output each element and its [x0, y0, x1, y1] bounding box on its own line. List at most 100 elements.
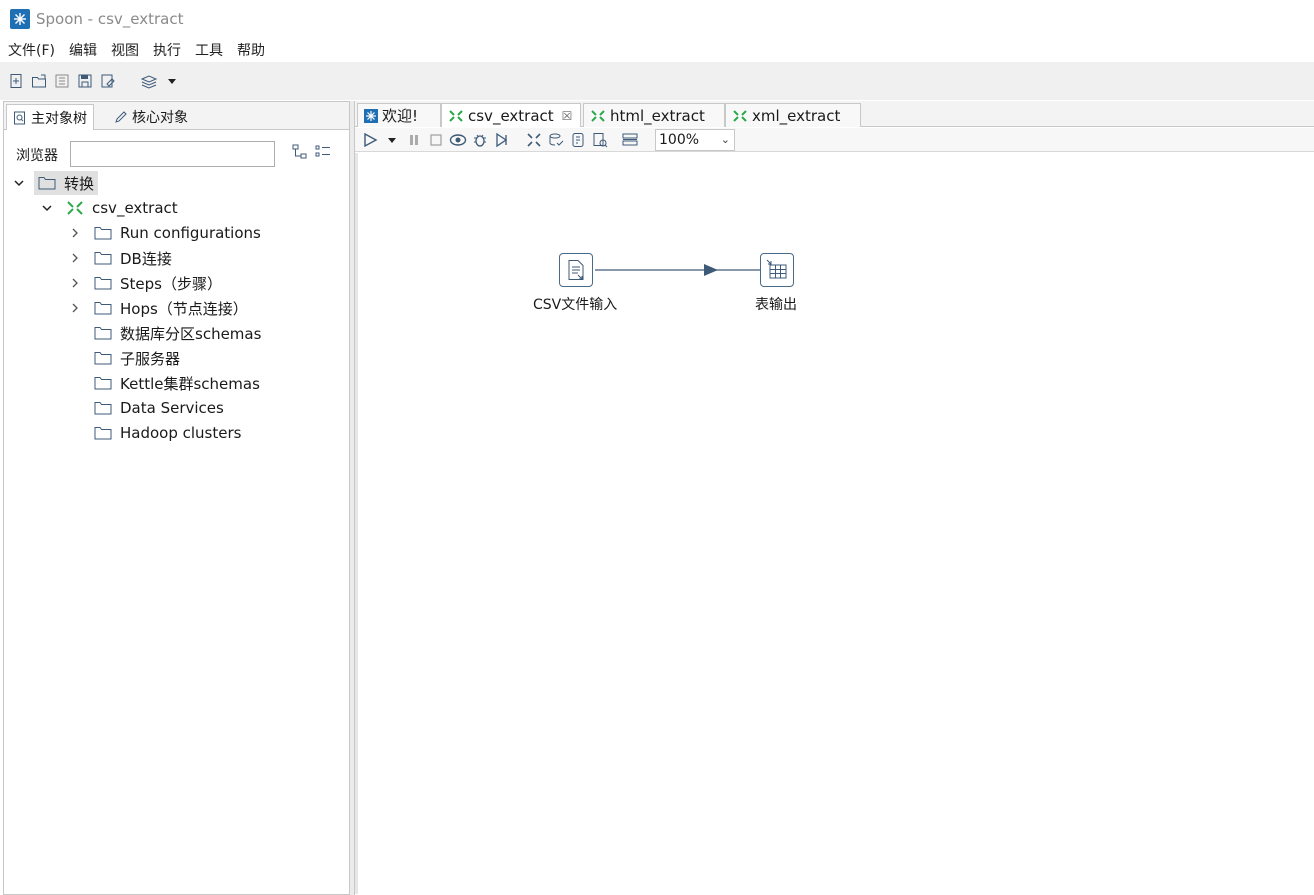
preview-eye-icon[interactable]	[447, 129, 469, 151]
impact-analysis-icon[interactable]	[545, 129, 567, 151]
save-icon[interactable]	[74, 70, 96, 92]
window-title: Spoon - csv_extract	[36, 10, 184, 28]
table-output-icon	[766, 259, 787, 279]
left-panel: 主对象树 核心对象 浏览器 转换 csv_extract Run configu…	[3, 101, 350, 895]
folder-icon	[94, 277, 112, 290]
folder-icon	[94, 252, 112, 265]
chevron-right-icon[interactable]	[68, 271, 82, 295]
tree-item-db-connections[interactable]: DB连接	[68, 246, 172, 270]
transform-icon	[733, 109, 747, 122]
browser-label: 浏览器	[16, 148, 58, 164]
run-dropdown-icon[interactable]	[381, 129, 403, 151]
folder-icon	[38, 177, 56, 190]
search-doc-icon	[14, 111, 25, 124]
expand-tree-icon[interactable]	[292, 144, 308, 164]
folder-icon	[94, 352, 112, 365]
run-icon[interactable]	[359, 129, 381, 151]
step-csv-input[interactable]	[559, 253, 593, 287]
folder-icon	[94, 377, 112, 390]
tab-main-object-tree-label: 主对象树	[31, 110, 87, 127]
tab-welcome[interactable]: 欢迎!	[357, 103, 441, 127]
sql-script-icon[interactable]	[567, 129, 589, 151]
tab-main-object-tree[interactable]: 主对象树	[6, 104, 94, 130]
tree-item-hadoop-clusters[interactable]: Hadoop clusters	[94, 421, 241, 445]
menu-tools[interactable]: 工具	[195, 40, 223, 60]
menu-file[interactable]: 文件(F)	[8, 40, 55, 60]
browser-search-input[interactable]	[70, 141, 275, 167]
tab-xml-extract-label: xml_extract	[752, 106, 841, 125]
tree-transform-csv-extract[interactable]: csv_extract	[40, 196, 178, 220]
tree-item-label: 数据库分区schemas	[120, 324, 262, 343]
csv-file-icon	[568, 260, 584, 280]
zoom-select[interactable]: 100% ⌄	[655, 129, 735, 151]
spoon-app-icon	[10, 9, 30, 29]
tree-item-cluster-schemas[interactable]: Kettle集群schemas	[94, 371, 260, 395]
folder-icon	[94, 327, 112, 340]
tree-item-steps[interactable]: Steps（步骤）	[68, 271, 222, 295]
tree-root-label: 转换	[64, 174, 95, 193]
new-file-icon[interactable]	[5, 70, 27, 92]
tab-core-objects-label: 核心对象	[132, 110, 188, 126]
chevron-down-icon[interactable]	[12, 171, 26, 195]
tree-item-label: 子服务器	[120, 349, 181, 368]
layers-icon[interactable]	[138, 70, 160, 92]
tab-core-objects[interactable]: 核心对象	[108, 104, 194, 130]
tab-csv-extract[interactable]: csv_extract ☒	[441, 103, 581, 127]
tab-welcome-label: 欢迎!	[382, 107, 419, 125]
transform-icon	[449, 109, 463, 122]
save-as-icon[interactable]	[97, 70, 119, 92]
tree-item-partition-schemas[interactable]: 数据库分区schemas	[94, 321, 261, 345]
show-results-icon[interactable]	[619, 129, 641, 151]
explore-db-icon[interactable]	[589, 129, 611, 151]
tree-item-label: Hadoop clusters	[120, 424, 242, 442]
folder-icon	[94, 227, 112, 240]
transformation-canvas[interactable]: CSV文件输入 表输出	[355, 153, 1313, 894]
verify-transform-icon[interactable]	[523, 129, 545, 151]
tree-root-transforms[interactable]: 转换	[12, 171, 99, 195]
tree-root-selected: 转换	[34, 171, 99, 195]
menu-edit[interactable]: 编辑	[69, 40, 97, 60]
debug-bug-icon[interactable]	[469, 129, 491, 151]
tree-item-label: Kettle集群schemas	[120, 374, 260, 393]
chevron-down-icon[interactable]	[40, 196, 54, 220]
left-tab-bar: 主对象树 核心对象	[4, 102, 349, 130]
menu-help[interactable]: 帮助	[237, 40, 265, 60]
menu-run[interactable]: 执行	[153, 40, 181, 60]
explore-repo-icon[interactable]	[51, 70, 73, 92]
tree-item-label: Hops（节点连接）	[120, 299, 248, 318]
tab-csv-extract-label: csv_extract	[468, 106, 554, 125]
menu-bar: 文件(F) 编辑 视图 执行 工具 帮助	[0, 38, 1314, 62]
tab-html-extract[interactable]: html_extract	[583, 103, 725, 127]
folder-icon	[94, 402, 112, 415]
right-panel: 欢迎! csv_extract ☒ html_extract xml_extra…	[354, 101, 1314, 895]
chevron-right-icon[interactable]	[68, 246, 82, 270]
tree-item-slave-servers[interactable]: 子服务器	[94, 346, 180, 370]
tree-item-label: Run configurations	[120, 224, 261, 242]
spoon-small-icon	[364, 108, 378, 123]
chevron-right-icon[interactable]	[68, 221, 82, 245]
layers-dropdown-icon[interactable]	[161, 70, 183, 92]
tree-item-label: Data Services	[120, 399, 224, 417]
pause-icon[interactable]	[403, 129, 425, 151]
tab-xml-extract[interactable]: xml_extract	[725, 103, 861, 127]
replay-icon[interactable]	[491, 129, 513, 151]
close-tab-icon[interactable]: ☒	[562, 109, 573, 123]
open-file-icon[interactable]	[28, 70, 50, 92]
tree-item-hops[interactable]: Hops（节点连接）	[68, 296, 248, 320]
tree-transform-label: csv_extract	[92, 199, 178, 217]
tree-item-run-configurations[interactable]: Run configurations	[68, 221, 261, 245]
menu-view[interactable]: 视图	[111, 40, 139, 60]
step-table-output-label: 表输出	[755, 297, 797, 313]
browser-row: 浏览器	[4, 138, 349, 168]
main-toolbar	[0, 62, 1314, 100]
folder-icon	[94, 302, 112, 315]
stop-icon[interactable]	[425, 129, 447, 151]
tree-item-data-services[interactable]: Data Services	[94, 396, 224, 420]
hop-arrow-icon	[704, 264, 718, 276]
step-table-output[interactable]	[760, 253, 794, 287]
zoom-value: 100%	[659, 132, 700, 148]
transform-icon	[591, 109, 605, 122]
step-csv-input-label: CSV文件输入	[533, 297, 618, 313]
chevron-right-icon[interactable]	[68, 296, 82, 320]
collapse-tree-icon[interactable]	[315, 144, 331, 164]
